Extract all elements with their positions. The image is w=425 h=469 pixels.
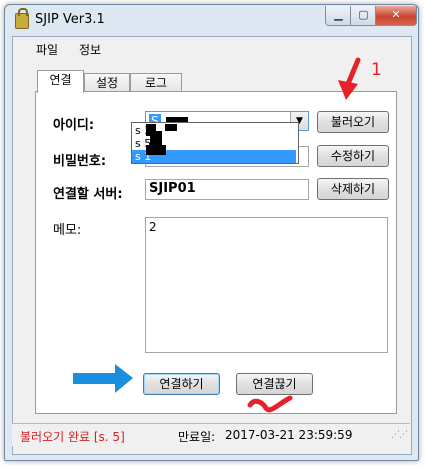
- memo-label: 메모:: [53, 223, 82, 238]
- menu-info[interactable]: 정보: [79, 41, 101, 58]
- expiry-value: 2017-03-21 23:59:59: [225, 428, 353, 442]
- id-dropdown-list: s 3 s 5 s 1: [131, 122, 299, 164]
- memo-textarea[interactable]: 2: [145, 217, 388, 353]
- menu-file[interactable]: 파일: [36, 41, 58, 58]
- expiry-label: 만료일:: [178, 430, 216, 444]
- lock-app-icon: [15, 8, 29, 29]
- tab-settings[interactable]: 설정: [84, 73, 130, 93]
- maximize-icon: ▢: [358, 8, 369, 21]
- menu-bar: 파일 정보: [13, 37, 411, 59]
- status-bar: 불러오기 완료 [s. 5] 만료일: 2017-03-21 23:59:59 …: [12, 423, 410, 446]
- redaction-mark: [165, 124, 177, 131]
- server-field[interactable]: SJIP01: [145, 179, 309, 200]
- edit-button[interactable]: 수정하기: [317, 145, 389, 167]
- maximize-button[interactable]: ▢: [350, 6, 377, 26]
- id-label: 아이디:: [53, 118, 95, 133]
- app-window: SJIP Ver3.1 ▁ ▢ ✕ 파일 정보 연결 설정 로그 아이디: S …: [4, 4, 419, 461]
- disconnect-button[interactable]: 연결끊기: [236, 373, 313, 395]
- resize-grip-icon[interactable]: ⋰⋰: [391, 430, 408, 440]
- minimize-icon: ▁: [334, 8, 343, 21]
- client-area: 파일 정보 연결 설정 로그 아이디: S ▼ 불러오기 비밀번호: 수정하기 …: [12, 36, 412, 455]
- redaction-mark: [150, 131, 162, 145]
- delete-button[interactable]: 삭제하기: [317, 178, 389, 200]
- server-label: 연결할 서버:: [53, 187, 123, 202]
- connect-button[interactable]: 연결하기: [143, 373, 220, 395]
- tab-log[interactable]: 로그: [130, 73, 182, 93]
- window-title: SJIP Ver3.1: [35, 12, 105, 27]
- redaction-mark: [146, 145, 166, 155]
- annotation-step-1: 1: [371, 60, 382, 80]
- load-button[interactable]: 불러오기: [317, 111, 389, 133]
- minimize-button[interactable]: ▁: [325, 6, 352, 26]
- close-button[interactable]: ✕: [375, 6, 417, 26]
- password-label: 비밀번호:: [53, 154, 107, 169]
- title-bar[interactable]: SJIP Ver3.1 ▁ ▢ ✕: [5, 5, 418, 35]
- status-message: 불러오기 완료 [s. 5]: [20, 430, 125, 444]
- close-icon: ✕: [391, 8, 401, 21]
- tab-connect[interactable]: 연결: [37, 70, 84, 93]
